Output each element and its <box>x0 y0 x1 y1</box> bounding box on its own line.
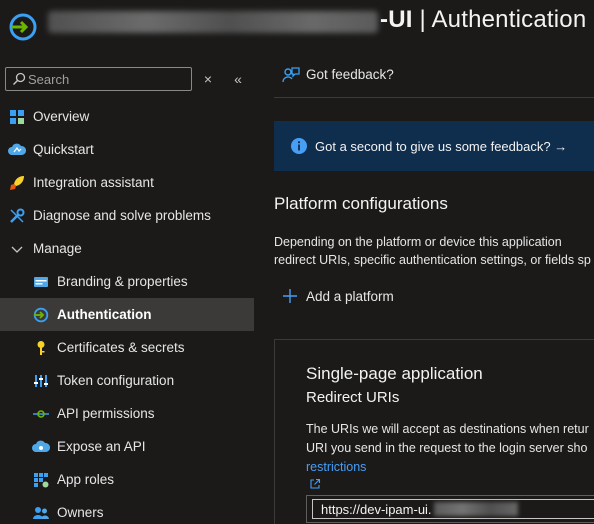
clear-search-icon[interactable]: × <box>199 70 217 88</box>
sidebar-item-certificates[interactable]: Certificates & secrets <box>0 331 254 364</box>
redirect-uri-row: https://dev-ipam-ui. <box>306 495 594 523</box>
blade-title: Authentication <box>431 6 587 33</box>
page-title: -UI | Authentication <box>380 6 586 34</box>
sidebar-item-label: Certificates & secrets <box>57 340 185 355</box>
add-platform-label: Add a platform <box>306 288 394 304</box>
feedback-icon[interactable] <box>282 66 300 84</box>
chevron-down-icon <box>8 240 26 258</box>
external-link-icon <box>310 478 321 489</box>
authentication-icon <box>32 306 50 324</box>
sidebar-section-manage[interactable]: Manage <box>0 232 254 265</box>
owners-users-icon <box>32 504 50 522</box>
sidebar-item-app-roles[interactable]: App roles <box>0 463 254 496</box>
sidebar-item-label: Owners <box>57 505 104 520</box>
sidebar-item-label: Branding & properties <box>57 274 188 289</box>
banner-text: Got a second to give us some feedback? → <box>315 138 568 154</box>
feedback-button[interactable]: Got feedback? <box>306 67 394 82</box>
sidebar-item-owners[interactable]: Owners <box>0 496 254 524</box>
wrench-icon <box>8 207 26 225</box>
key-icon <box>32 339 50 357</box>
spa-platform-card: Single-page application Redirect URIs Th… <box>274 339 594 524</box>
sidebar-item-quickstart[interactable]: Quickstart <box>0 133 254 166</box>
sidebar-item-branding[interactable]: Branding & properties <box>0 265 254 298</box>
add-platform-button[interactable]: Add a platform <box>282 288 394 304</box>
title-bar: -UI | Authentication <box>0 0 594 52</box>
platform-configurations-heading: Platform configurations <box>274 194 448 213</box>
sidebar-item-label: Overview <box>33 109 90 124</box>
sidebar-item-label: API permissions <box>57 406 155 421</box>
platform-description: Depending on the platform or device this… <box>274 233 594 269</box>
sidebar-item-authentication[interactable]: Authentication <box>0 298 254 331</box>
rocket-icon <box>8 174 26 192</box>
sidebar-search-box[interactable] <box>5 67 192 91</box>
sidebar-item-label: App roles <box>57 472 115 487</box>
app-roles-icon <box>32 471 50 489</box>
title-suffix: -UI <box>380 6 413 33</box>
plus-icon <box>283 289 297 303</box>
feedback-banner[interactable]: Got a second to give us some feedback? → <box>274 121 594 171</box>
platform-desc-line: redirect URIs, specific authentication s… <box>274 253 591 267</box>
command-bar: Got feedback? <box>274 52 594 98</box>
sidebar-item-label: Token configuration <box>57 373 175 388</box>
overview-icon <box>8 108 26 126</box>
app-registration-icon <box>9 13 37 41</box>
search-icon <box>13 72 26 85</box>
collapse-sidebar-icon[interactable]: « <box>229 70 247 88</box>
sidebar-item-diagnose[interactable]: Diagnose and solve problems <box>0 199 254 232</box>
spa-desc-line: The URIs we will accept as destinations … <box>306 422 589 436</box>
sidebar-item-label: Manage <box>33 241 82 256</box>
sidebar-item-api-permissions[interactable]: API permissions <box>0 397 254 430</box>
restrictions-link-text: restrictions <box>306 460 367 474</box>
redirect-uri-input[interactable]: https://dev-ipam-ui. <box>312 499 594 519</box>
sidebar-item-label: Expose an API <box>57 439 146 454</box>
sidebar-item-overview[interactable]: Overview <box>0 100 254 133</box>
title-separator: | <box>412 6 432 33</box>
quickstart-cloud-icon <box>8 141 26 159</box>
restrictions-link[interactable]: restrictions <box>306 458 594 496</box>
spa-title: Single-page application <box>306 364 483 383</box>
redacted-uri-part <box>433 502 518 516</box>
redirect-uris-heading: Redirect URIs <box>306 389 400 406</box>
sidebar-nav: Overview Quickstart Integration assistan… <box>0 100 254 524</box>
redirect-uris-description: The URIs we will accept as destinations … <box>306 420 594 496</box>
redacted-app-name <box>48 11 378 33</box>
api-permissions-icon <box>32 405 50 423</box>
sidebar-item-token-configuration[interactable]: Token configuration <box>0 364 254 397</box>
sidebar-item-expose-api[interactable]: Expose an API <box>0 430 254 463</box>
sidebar-search-input[interactable] <box>28 70 188 88</box>
sidebar-item-label: Quickstart <box>33 142 94 157</box>
sidebar-item-integration-assistant[interactable]: Integration assistant <box>0 166 254 199</box>
sidebar-item-label: Authentication <box>57 307 152 322</box>
sidebar: × « Overview Quickstart Integration assi… <box>0 52 254 524</box>
redirect-uri-value: https://dev-ipam-ui. <box>321 501 432 517</box>
main-content: Got feedback? Got a second to give us so… <box>254 52 594 524</box>
cloud-api-icon <box>32 438 50 456</box>
sidebar-item-label: Integration assistant <box>33 175 154 190</box>
info-icon <box>291 138 307 154</box>
sidebar-item-label: Diagnose and solve problems <box>33 208 211 223</box>
branding-icon <box>32 273 50 291</box>
token-bars-icon <box>32 372 50 390</box>
platform-desc-line: Depending on the platform or device this… <box>274 235 562 249</box>
spa-desc-line: URI you send in the request to the login… <box>306 441 588 455</box>
